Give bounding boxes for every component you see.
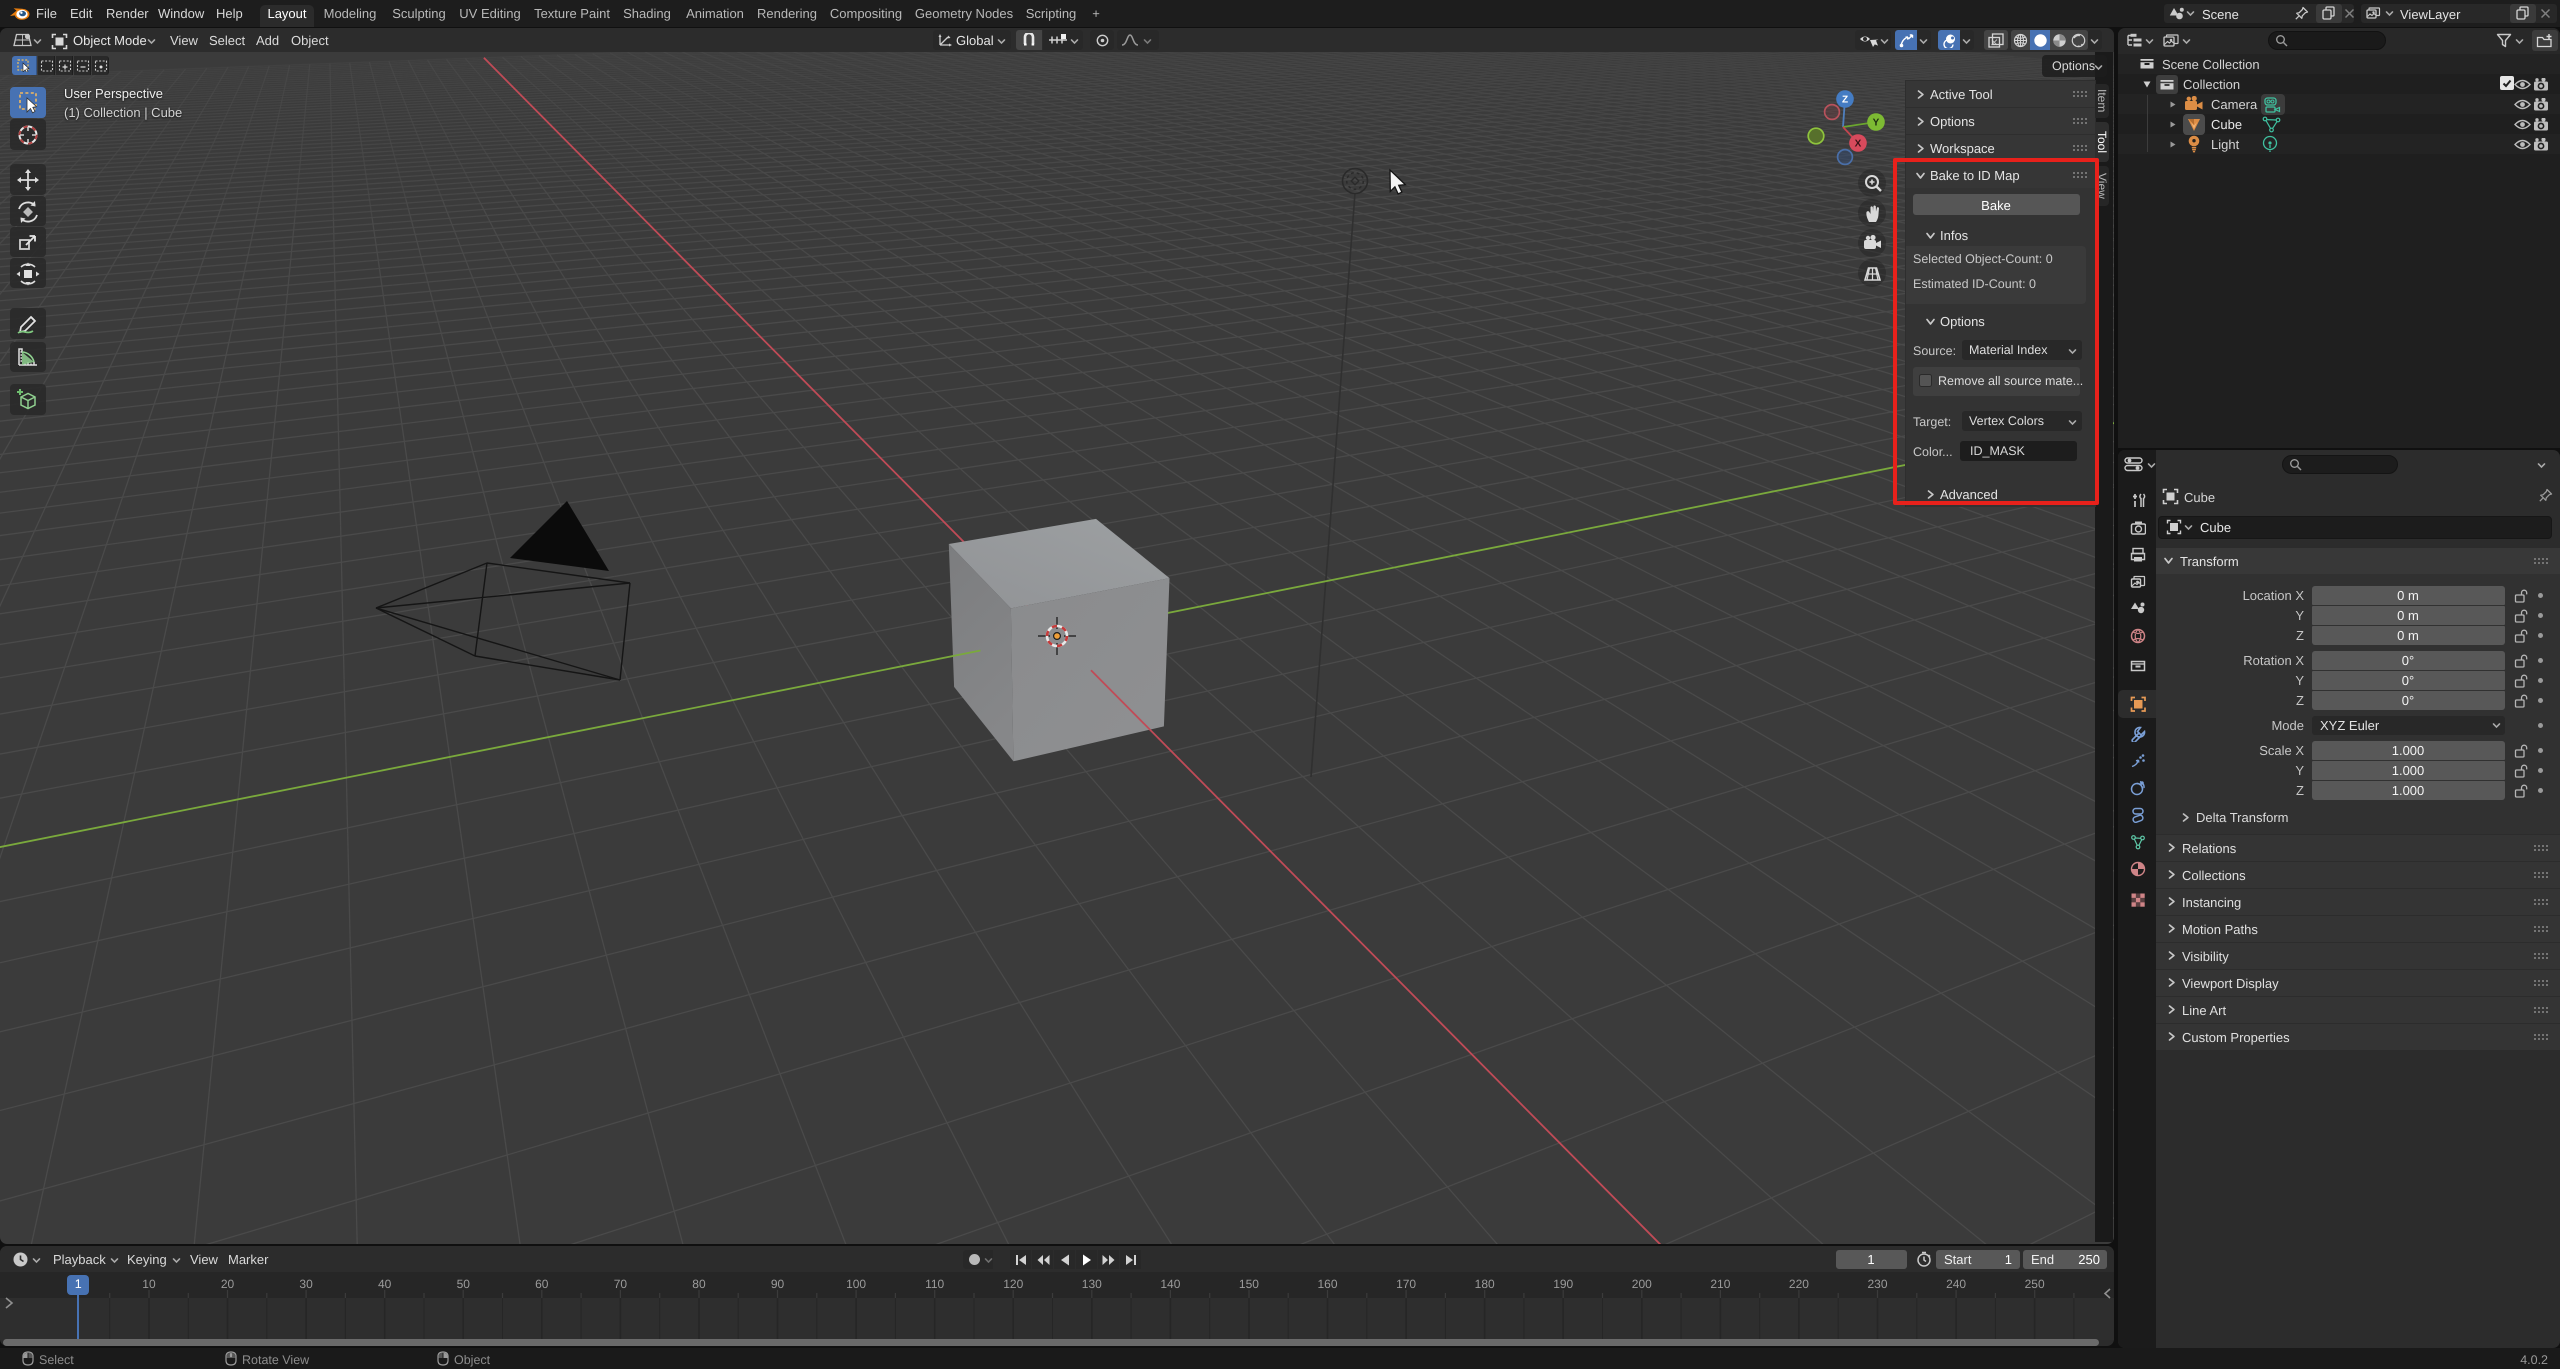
svg-text:Z: Z xyxy=(1842,95,1848,106)
svg-text:Y: Y xyxy=(1873,118,1880,129)
svg-text:X: X xyxy=(1855,139,1862,150)
